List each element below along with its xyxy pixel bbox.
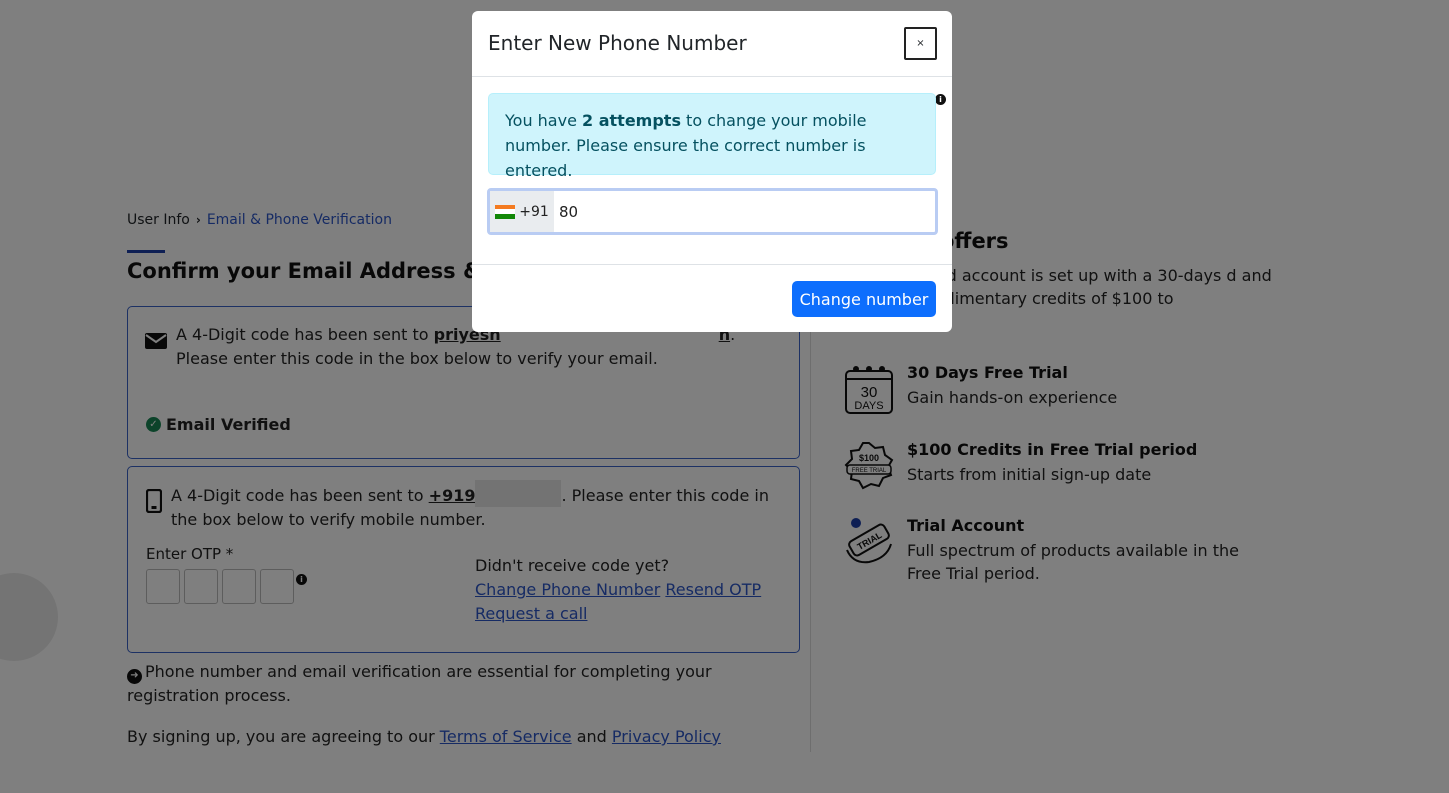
phone-number-input[interactable]: +91 80 — [487, 188, 938, 235]
modal-footer: Change number — [472, 264, 952, 332]
change-number-button[interactable]: Change number — [792, 281, 936, 317]
modal-header: Enter New Phone Number × — [472, 11, 952, 77]
info-icon[interactable]: i — [935, 94, 946, 105]
india-flag-icon — [495, 204, 516, 219]
attempts-alert: You have 2 attempts to change your mobil… — [488, 93, 936, 180]
country-code-selector[interactable]: +91 — [490, 191, 554, 232]
change-phone-modal: Enter New Phone Number × i You have 2 at… — [472, 11, 952, 332]
phone-number-value[interactable]: 80 — [554, 203, 578, 221]
country-code: +91 — [519, 203, 549, 220]
modal-title: Enter New Phone Number — [488, 31, 747, 55]
alert-attempts: 2 attempts — [582, 111, 681, 130]
alert-prefix: You have — [505, 111, 583, 130]
close-button[interactable]: × — [904, 27, 937, 60]
